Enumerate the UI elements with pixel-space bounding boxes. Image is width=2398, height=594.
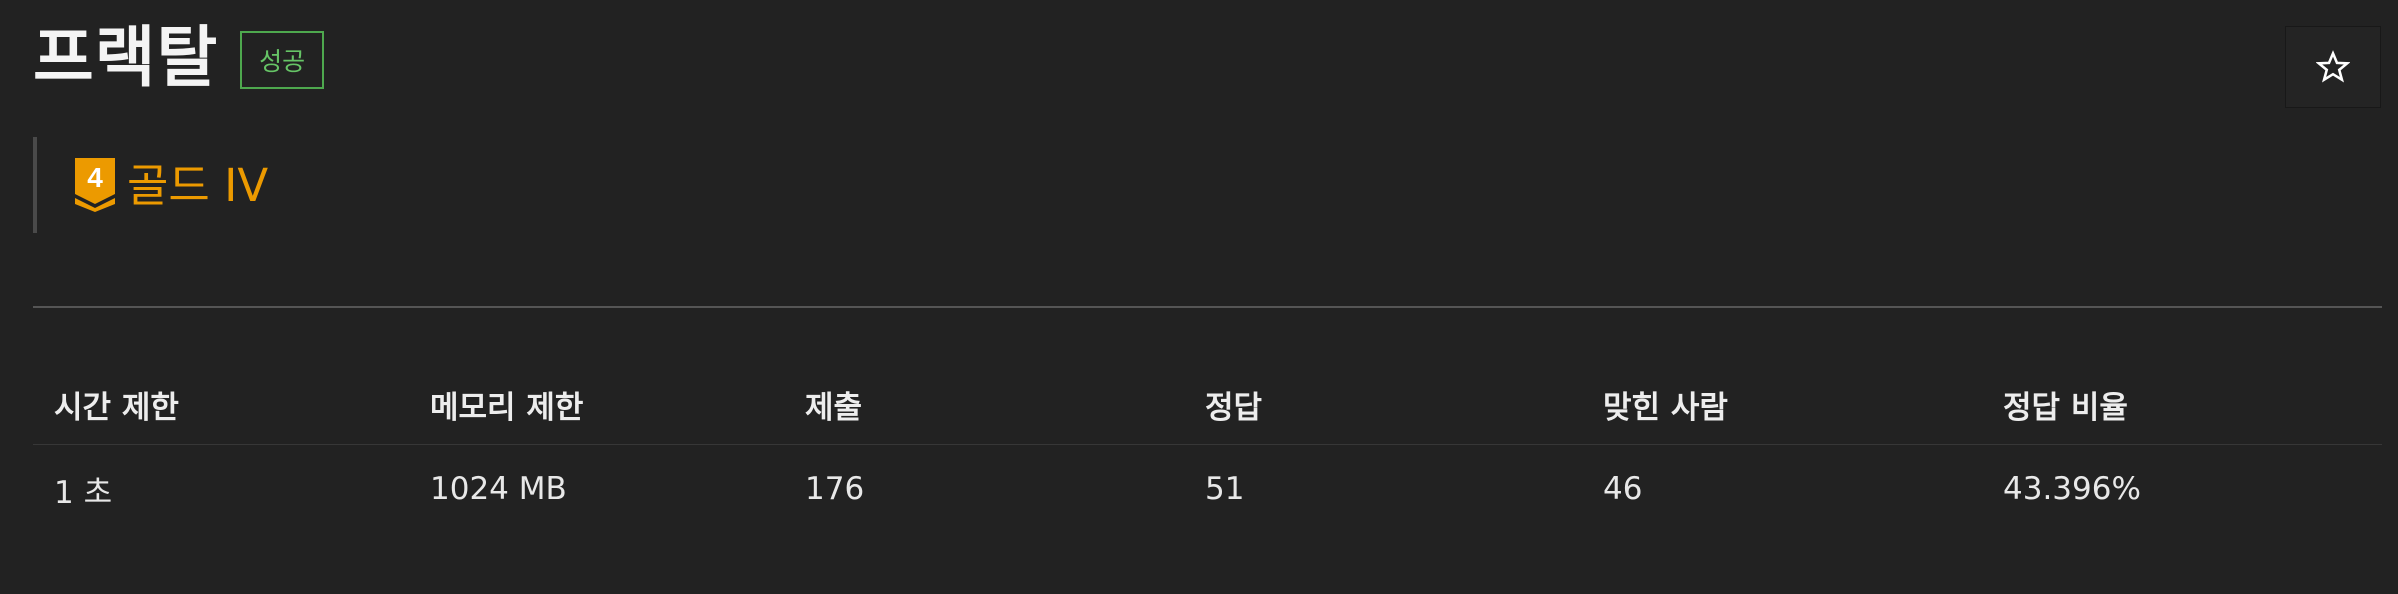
header-time-limit: 시간 제한 — [54, 390, 179, 426]
value-time-limit: 1 초 — [54, 474, 113, 511]
favorite-star-button[interactable] — [2285, 26, 2381, 108]
tier-level-number: 4 — [87, 162, 103, 193]
value-memory-limit: 1024 MB — [430, 471, 567, 507]
header-memory-limit: 메모리 제한 — [430, 390, 584, 426]
stats-header-row: 시간 제한 메모리 제한 제출 정답 맞힌 사람 정답 비율 — [33, 365, 2382, 445]
value-accept-ratio: 43.396% — [2003, 471, 2141, 507]
tier-info: 4 골드 IV — [33, 137, 433, 233]
value-solved-users: 46 — [1603, 471, 1643, 507]
header-accepted: 정답 — [1205, 390, 1263, 426]
header-solved-users: 맞힌 사람 — [1603, 390, 1728, 426]
stats-value-row: 1 초 1024 MB 176 51 46 43.396% — [33, 445, 2382, 533]
header-submissions: 제출 — [805, 390, 863, 426]
header-accept-ratio: 정답 비율 — [2003, 390, 2128, 426]
problem-info-page: 프랙탈 성공 4 골드 IV 시간 제한 메모리 제한 제출 정답 맞힌 사람 … — [0, 0, 2398, 594]
gold-tier-icon[interactable]: 4 — [75, 158, 115, 212]
tier-name[interactable]: 골드 IV — [127, 163, 268, 208]
value-submissions: 176 — [805, 471, 865, 507]
problem-stats-table: 시간 제한 메모리 제한 제출 정답 맞힌 사람 정답 비율 1 초 1024 … — [33, 365, 2382, 533]
title-row: 프랙탈 성공 — [33, 19, 325, 96]
star-outline-icon — [2316, 50, 2350, 83]
result-badge-success: 성공 — [240, 30, 325, 89]
section-divider — [33, 306, 2382, 308]
problem-title: 프랙탈 — [33, 19, 219, 96]
value-accepted: 51 — [1205, 471, 1245, 507]
